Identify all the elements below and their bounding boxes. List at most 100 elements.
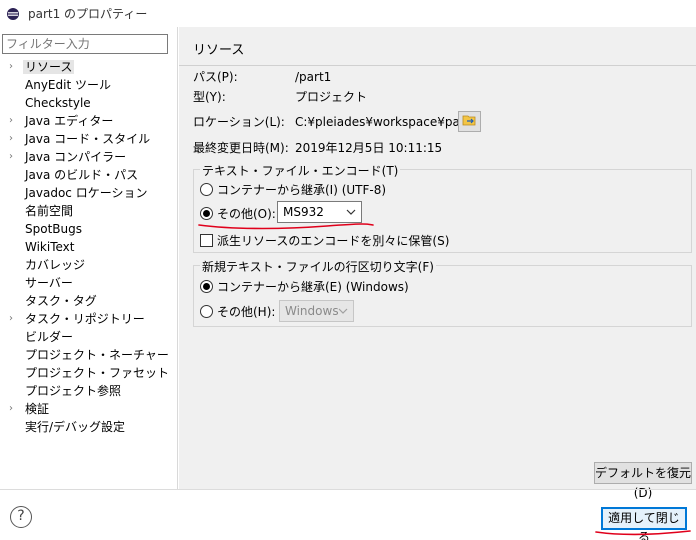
chevron-right-icon[interactable]: › [9, 112, 13, 130]
tree-item-label: プロジェクト・ネーチャー [25, 348, 169, 362]
tree-item[interactable]: 実行/デバッグ設定 [0, 418, 178, 436]
tree-item-label: リソース [23, 60, 75, 74]
tree-item[interactable]: › Java コンパイラー [0, 148, 178, 166]
encoding-select-value: MS932 [283, 205, 324, 219]
delimiter-select[interactable]: Windows [279, 300, 354, 322]
preference-tree-pane: › リソース AnyEdit ツール Checkstyle › Java エディター › Ja… [0, 27, 178, 489]
tree-item-label: WikiText [25, 240, 75, 254]
location-label: ロケーション(L): [193, 115, 285, 129]
chevron-down-icon [345, 202, 357, 222]
path-row: パス(P): /part1 [193, 69, 331, 85]
tree-item-label: Checkstyle [25, 96, 91, 110]
encoding-other-label: その他(O): [217, 206, 276, 221]
help-icon[interactable]: ? [10, 506, 32, 528]
tree-item[interactable]: Javadoc ロケーション [0, 184, 178, 202]
preference-tree: › リソース AnyEdit ツール Checkstyle › Java エディター › Ja… [0, 58, 178, 436]
tree-item-label: Java コンパイラー [25, 150, 127, 164]
tree-item-label: タスク・リポジトリー [25, 312, 145, 326]
derived-encoding-checkbox[interactable] [200, 233, 213, 247]
window-title: part1 のプロパティー [28, 7, 148, 21]
apply-and-close-button[interactable]: 適用して閉じる [601, 507, 687, 540]
modified-value: 2019年12月5日 10:11:15 [295, 141, 443, 155]
location-value: C:¥pleiades¥workspace¥part1 [295, 115, 478, 129]
tree-item-label: サーバー [25, 276, 73, 290]
location-row: ロケーション(L): C:¥pleiades¥workspace¥part1 [193, 114, 477, 130]
tree-item[interactable]: Checkstyle [0, 94, 178, 112]
page-title: リソース [193, 43, 245, 58]
tree-item[interactable]: › 検証 [0, 400, 178, 418]
encoding-inherit-radio[interactable] [200, 182, 213, 196]
tree-item-label: プロジェクト・ファセット [25, 366, 170, 380]
delimiter-other-option[interactable]: その他(H): [200, 303, 275, 319]
chevron-right-icon[interactable]: › [9, 130, 13, 148]
tree-item[interactable]: カバレッジ [0, 256, 178, 274]
derived-encoding-label: 派生リソースのエンコードを別々に保管(S) [217, 233, 450, 248]
delimiter-other-radio[interactable] [200, 304, 213, 318]
modified-label: 最終変更日時(M): [193, 141, 289, 155]
tree-item-label: カバレッジ [25, 258, 86, 272]
tree-item[interactable]: プロジェクト参照 [0, 382, 178, 400]
tree-item-label: Java コード・スタイル [25, 132, 151, 146]
delimiter-other-label: その他(H): [217, 304, 276, 319]
path-label: パス(P): [193, 70, 238, 84]
tree-item-label: ビルダー [25, 330, 74, 344]
tree-item-label: Java エディター [25, 114, 114, 128]
encoding-inherit-label: コンテナーから継承(I) (UTF-8) [217, 182, 387, 197]
filter-input[interactable] [2, 34, 168, 54]
encoding-other-radio[interactable] [200, 206, 213, 220]
type-value: プロジェクト [295, 90, 368, 104]
encoding-legend: テキスト・ファイル・エンコード(T) [200, 162, 401, 179]
tree-item[interactable]: › リソース [0, 58, 178, 76]
eclipse-icon [6, 7, 20, 21]
encoding-select[interactable]: MS932 [277, 201, 362, 223]
delimiter-inherit-radio[interactable] [200, 279, 213, 293]
chevron-right-icon[interactable]: › [9, 148, 13, 166]
tree-item-label: SpotBugs [25, 222, 82, 236]
type-label: 型(Y): [193, 90, 226, 104]
line-delimiter-legend: 新規テキスト・ファイルの行区切り文字(F) [200, 258, 436, 275]
delimiter-select-value: Windows [285, 304, 339, 318]
title-bar: part1 のプロパティー [0, 0, 696, 27]
tree-item[interactable]: › Java コード・スタイル [0, 130, 178, 148]
restore-defaults-button[interactable]: デフォルトを復元(D) [594, 462, 692, 500]
tree-item[interactable]: AnyEdit ツール [0, 76, 178, 94]
tree-item-label: 検証 [25, 402, 50, 416]
tree-item[interactable]: 名前空間 [0, 202, 178, 220]
tree-item[interactable]: サーバー [0, 274, 178, 292]
title-divider [179, 65, 696, 66]
tree-item-label: タスク・タグ [25, 294, 97, 308]
encoding-inherit-option[interactable]: コンテナーから継承(I) (UTF-8) [200, 181, 386, 197]
chevron-right-icon[interactable]: › [9, 400, 13, 418]
properties-page: リソース パス(P): /part1 型(Y): プロジェクト ロケーション(L… [179, 27, 696, 500]
tree-item[interactable]: SpotBugs [0, 220, 178, 238]
tree-item[interactable]: › Java エディター [0, 112, 178, 130]
tree-item-label: AnyEdit ツール [25, 78, 111, 92]
line-delimiter-group: 新規テキスト・ファイルの行区切り文字(F) コンテナーから継承(E) (Wind… [193, 258, 692, 327]
modified-row: 最終変更日時(M): 2019年12月5日 10:11:15 [193, 140, 442, 156]
tree-item[interactable]: WikiText [0, 238, 178, 256]
open-location-button[interactable] [458, 111, 481, 132]
delimiter-inherit-label: コンテナーから継承(E) (Windows) [217, 279, 409, 294]
tree-item-label: Javadoc ロケーション [25, 186, 148, 200]
chevron-right-icon[interactable]: › [9, 58, 13, 76]
tree-item[interactable]: ビルダー [0, 328, 178, 346]
chevron-right-icon[interactable]: › [9, 310, 13, 328]
folder-arrow-icon [462, 114, 478, 129]
tree-item[interactable]: プロジェクト・ファセット [0, 364, 178, 382]
tree-item-label: Java のビルド・パス [25, 168, 139, 182]
tree-item-label: プロジェクト参照 [25, 384, 122, 398]
chevron-down-icon [337, 301, 349, 321]
tree-item[interactable]: タスク・タグ [0, 292, 178, 310]
encoding-other-option[interactable]: その他(O): [200, 205, 276, 221]
path-value: /part1 [295, 70, 332, 84]
derived-encoding-option[interactable]: 派生リソースのエンコードを別々に保管(S) [200, 232, 449, 248]
tree-item-label: 実行/デバッグ設定 [25, 420, 126, 434]
tree-item-label: 名前空間 [25, 204, 74, 218]
type-row: 型(Y): プロジェクト [193, 89, 367, 105]
tree-item[interactable]: Java のビルド・パス [0, 166, 178, 184]
encoding-group: テキスト・ファイル・エンコード(T) コンテナーから継承(I) (UTF-8) … [193, 162, 692, 253]
delimiter-inherit-option[interactable]: コンテナーから継承(E) (Windows) [200, 278, 409, 294]
tree-item[interactable]: プロジェクト・ネーチャー [0, 346, 178, 364]
button-bar-divider [0, 489, 696, 490]
tree-item[interactable]: › タスク・リポジトリー [0, 310, 178, 328]
